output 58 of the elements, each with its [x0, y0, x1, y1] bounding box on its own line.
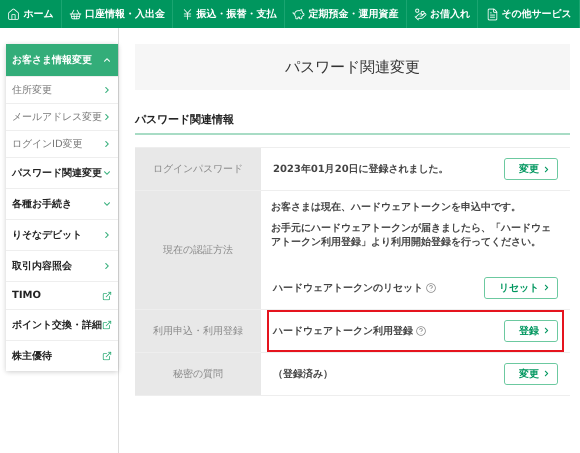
sidebar-item-label: TIMO: [12, 290, 41, 301]
entry-text: ハードウェアトークン利用登録: [273, 324, 413, 338]
sidebar-item[interactable]: りそなデビット: [6, 219, 118, 250]
action-button[interactable]: 登録: [504, 320, 558, 342]
sidebar-item-label: りそなデビット: [12, 228, 82, 242]
notice-text: お客さまは現在、ハードウェアトークンを申込中です。: [271, 201, 522, 215]
sidebar-item-label: パスワード関連変更: [12, 166, 102, 180]
sidebar-item-label: 株主優待: [12, 349, 52, 363]
sidebar-subitem-label: 住所変更: [12, 84, 52, 97]
row-label: 秘密の質問: [135, 352, 261, 394]
external-link-icon: [102, 320, 112, 330]
basket-icon: [69, 8, 82, 20]
page-title: パスワード関連変更: [135, 44, 570, 90]
sidebar-item-label: ポイント交換・詳細: [12, 318, 102, 332]
nav-tab[interactable]: 定期預金・運用資産: [285, 0, 407, 28]
piggy-bank-icon: [292, 8, 306, 20]
chevron-right-icon: [542, 369, 551, 378]
sidebar-item-label: 取引内容照会: [12, 259, 72, 273]
nav-tab[interactable]: その他サービス: [478, 0, 580, 28]
nav-tab[interactable]: 口座情報・入出金: [62, 0, 174, 28]
sidebar-item[interactable]: パスワード関連変更: [6, 157, 118, 188]
external-link-icon: [102, 290, 112, 300]
sidebar-item[interactable]: TIMO: [6, 281, 118, 309]
sidebar-item[interactable]: ポイント交換・詳細: [6, 309, 118, 340]
external-link-icon: [102, 351, 112, 361]
row-label: ログインパスワード: [135, 148, 261, 190]
action-button[interactable]: リセット: [484, 276, 558, 298]
sidebar-item[interactable]: 各種お手続き: [6, 188, 118, 219]
nav-tab[interactable]: 振込・振替・支払: [173, 0, 286, 28]
sidebar-subitem-label: メールアドレス変更: [12, 110, 102, 124]
sidebar-subitem-label: ログインID変更: [12, 138, 83, 151]
hand-coin-icon: [414, 8, 428, 20]
nav-tab[interactable]: お借入れ: [406, 0, 478, 28]
sidebar-group-label: お客さま情報変更: [12, 53, 92, 67]
entry-text: 2023年01月20日に登録されました。: [273, 162, 449, 176]
document-icon: [486, 8, 499, 20]
chevron-right-icon: [542, 283, 551, 292]
action-button[interactable]: 変更: [504, 158, 558, 180]
entry-text: ハードウェアトークンのリセット: [273, 282, 423, 294]
action-button[interactable]: 変更: [504, 362, 558, 384]
sidebar-group-header[interactable]: お客さま情報変更: [6, 44, 118, 76]
row-label: 現在の認証方法: [135, 191, 261, 308]
help-icon[interactable]: [426, 282, 436, 292]
sidebar-item-label: 各種お手続き: [12, 198, 72, 211]
help-icon[interactable]: [416, 326, 426, 336]
entry-text: （登録済み）: [273, 367, 333, 380]
chevron-right-icon: [542, 326, 551, 335]
nav-tab[interactable]: ホーム: [0, 0, 62, 28]
sidebar-subitem[interactable]: ログインID変更: [6, 130, 118, 157]
notice-text: お手元にハードウェアトークンが届きましたら、「ハードウェアトークン利用登録」より利用開始登録を行ってください。: [271, 222, 552, 250]
sidebar-item[interactable]: 株主優待: [6, 340, 118, 371]
sidebar-subitem[interactable]: メールアドレス変更: [6, 103, 118, 130]
row-label: 利用申込・利用登録: [135, 310, 261, 352]
section-heading: パスワード関連情報: [135, 112, 570, 135]
house-icon: [7, 8, 20, 20]
sidebar-item[interactable]: 取引内容照会: [6, 250, 118, 281]
chevron-right-icon: [542, 164, 551, 174]
sidebar-subitem[interactable]: 住所変更: [6, 76, 118, 103]
